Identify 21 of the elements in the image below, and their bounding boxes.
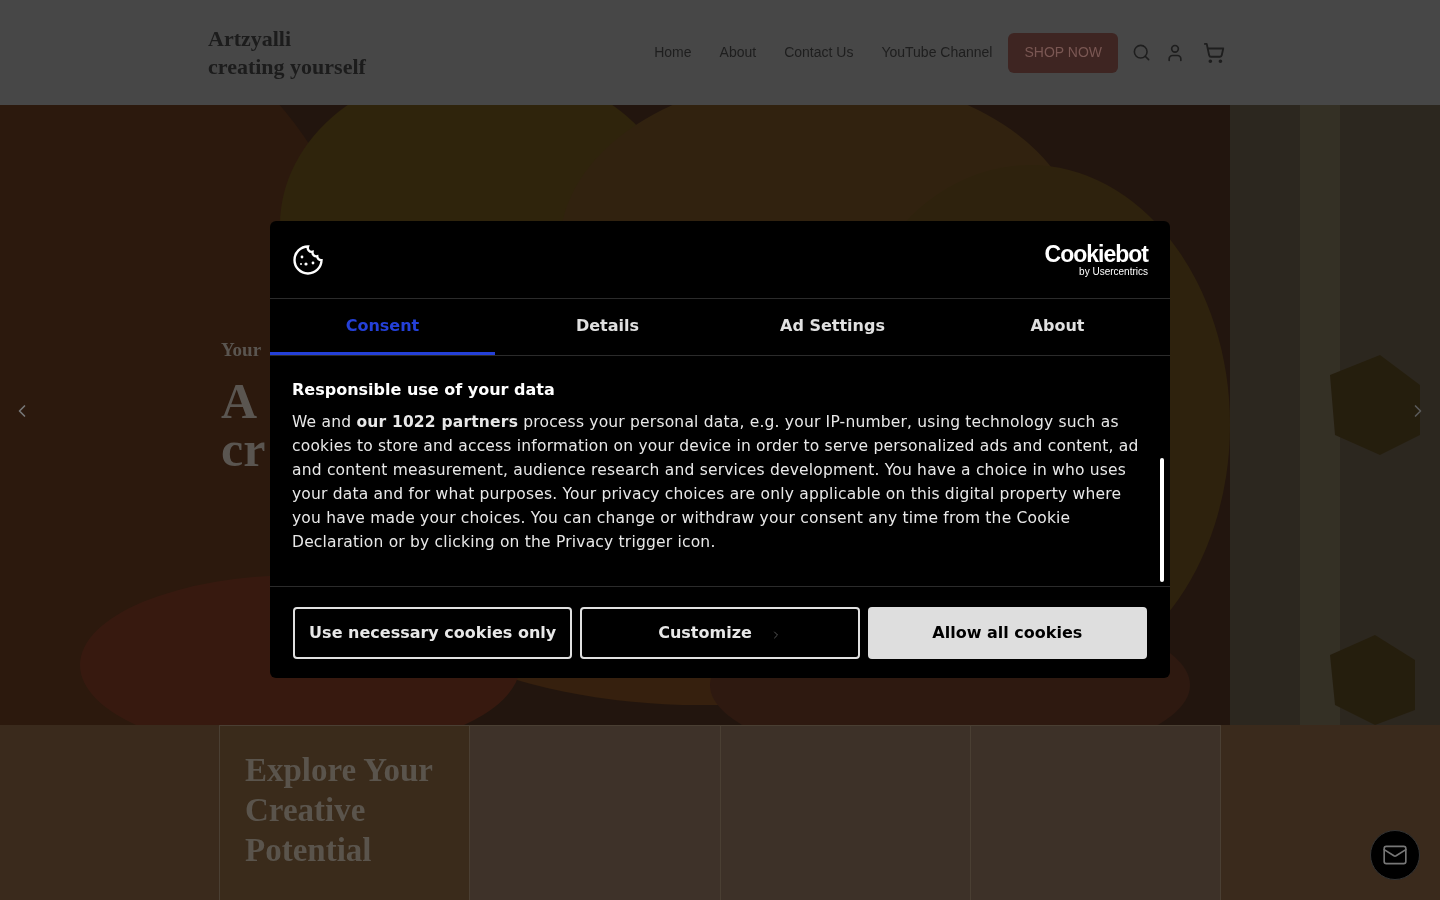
dialog-tab[interactable]: Details (495, 299, 720, 355)
hero-title: A (221, 377, 259, 425)
message-button[interactable] (1370, 830, 1420, 880)
dialog-heading: Responsible use of your data (292, 380, 556, 400)
hero-eyebrow: Your (221, 339, 263, 361)
dialog-tab[interactable]: About (945, 299, 1170, 355)
cookiebot-byline: by Usercentrics (1079, 266, 1148, 277)
hero-title: cr (221, 425, 266, 473)
allow-all-button[interactable]: Allow all cookies (867, 606, 1147, 659)
customize-button[interactable]: Customize (580, 606, 860, 659)
account-icon[interactable] (1165, 42, 1185, 63)
consent-text: We and our 1022 partners process your personal data, e.g. your IP-number, using technology such as cookies to store and access information on your device in order to serve personalized ads and content, ad and content measurement, audience research and services development. You have a choice in who uses your data and for what purposes. Your privacy choices are only applicable on this digital property where you have made your choices. You can change or withdraw your consent any time from the Cookie Declaration or by clicking on the Privacy trigger icon. (292, 412, 1140, 553)
cookiebot-logo: Cookiebot (1044, 242, 1148, 266)
necessary-only-button[interactable]: Use necessary cookies only (293, 606, 573, 659)
cookie-icon (292, 243, 324, 276)
shop-now-button[interactable]: SHOP NOW (1008, 32, 1118, 73)
search-icon[interactable] (1132, 43, 1151, 62)
dialog-tab[interactable]: Ad Settings (720, 299, 945, 355)
scrollbar-thumb[interactable] (1160, 458, 1164, 582)
dialog-tab[interactable]: Consent (270, 299, 495, 355)
cart-icon[interactable] (1203, 41, 1225, 64)
